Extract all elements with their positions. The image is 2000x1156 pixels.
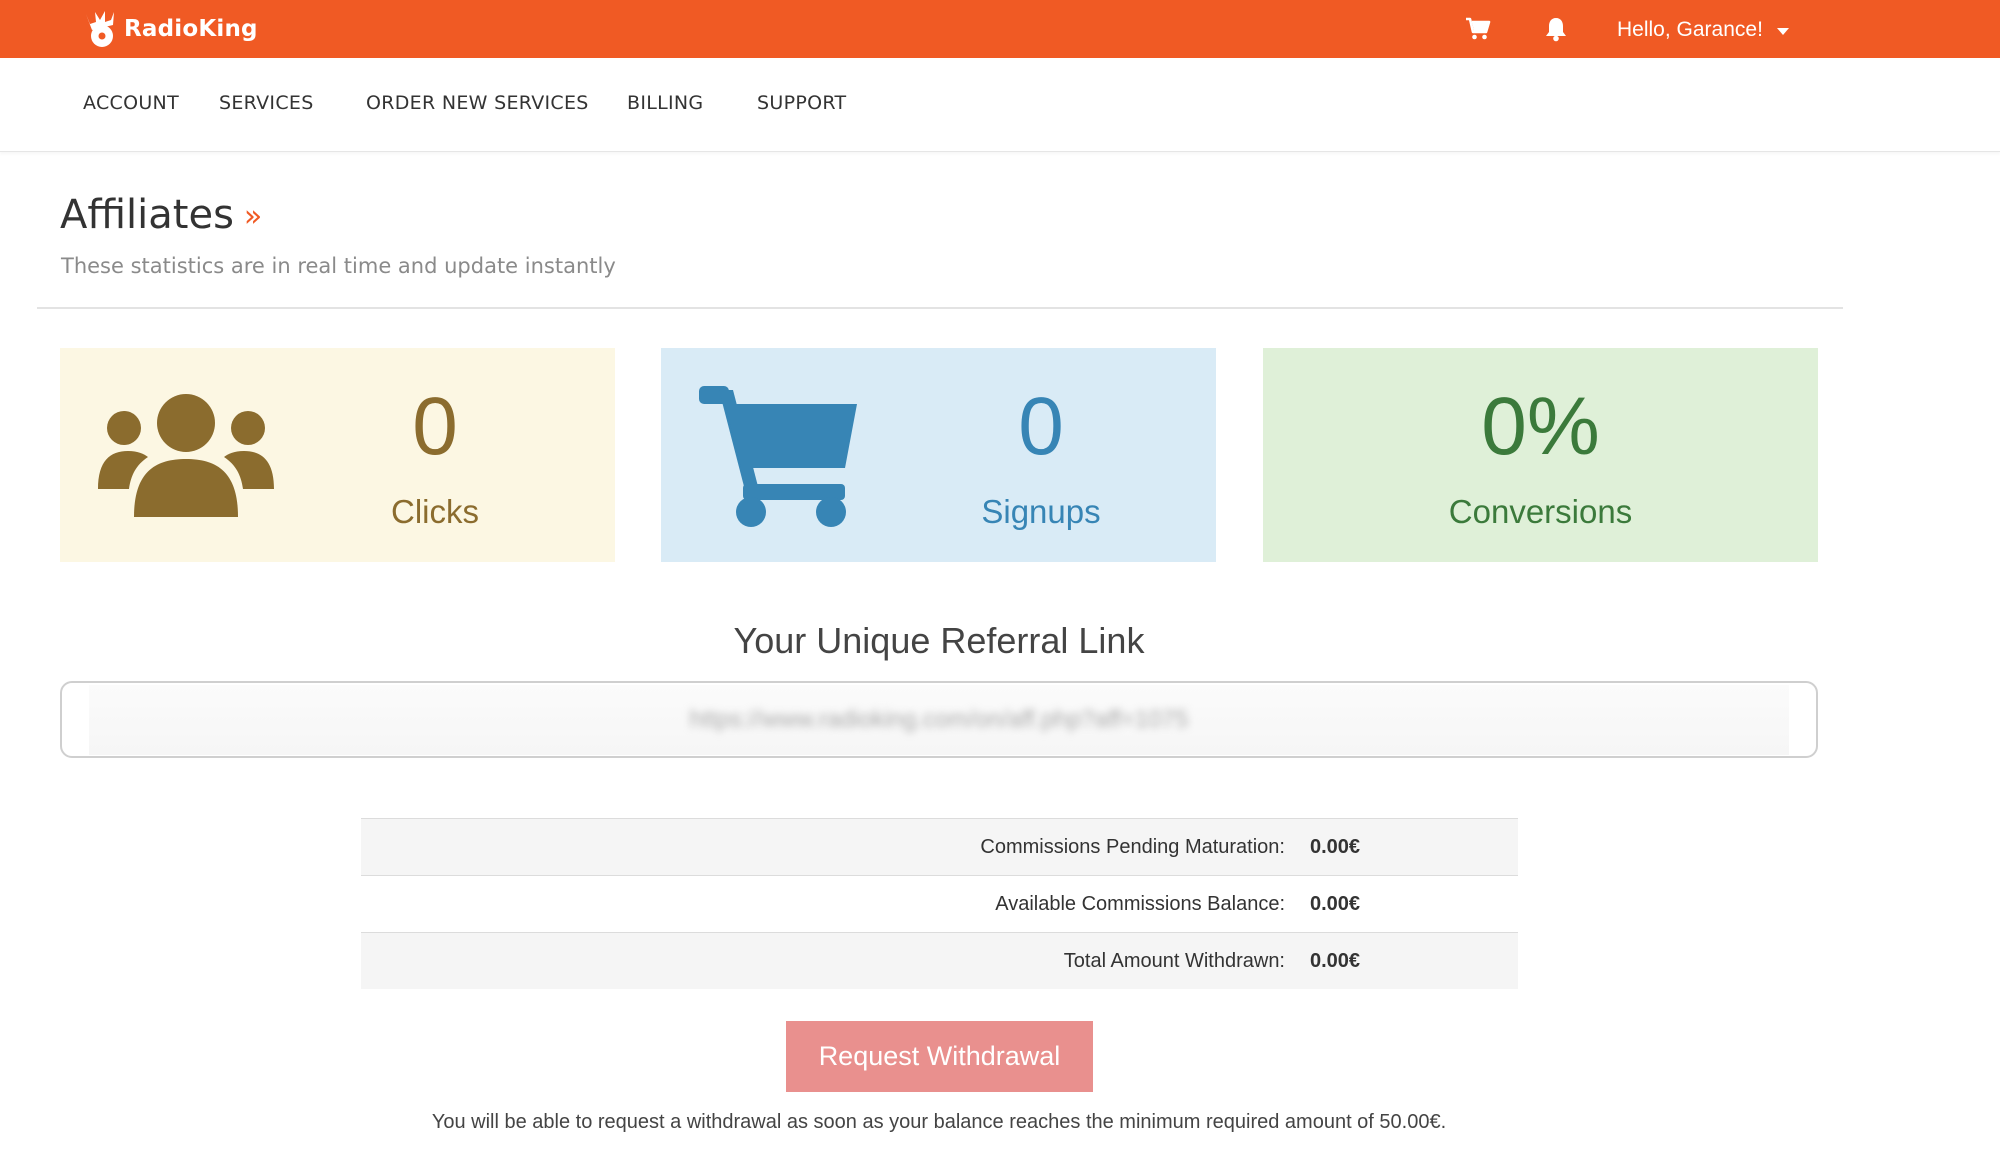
commissions-pending-value: 0.00€ (1310, 835, 1361, 858)
conversions-label: Conversions (1448, 493, 1633, 530)
conversions-value: 0% (1481, 381, 1600, 472)
logo[interactable]: RadioKing (80, 6, 258, 52)
user-greeting: Hello, Garance! (1617, 18, 1763, 41)
commissions-table: Commissions Pending Maturation: 0.00€ Av… (361, 818, 1518, 989)
clicks-value: 0 (412, 381, 458, 472)
nav-item-services[interactable]: SERVICES (219, 92, 314, 114)
chevron-down-icon (1776, 28, 1789, 35)
referral-link-field[interactable]: https://www.radioking.com/on/aff.php?aff… (60, 681, 1818, 758)
nav-item-billing[interactable]: BILLING (627, 92, 703, 114)
table-row: Available Commissions Balance: 0.00€ (361, 876, 1518, 933)
available-balance-value: 0.00€ (1310, 892, 1361, 915)
available-balance-label: Available Commissions Balance: (995, 892, 1285, 915)
total-withdrawn-label: Total Amount Withdrawn: (1063, 949, 1285, 972)
main-nav: ACCOUNT SERVICES ORDER NEW SERVICES BILL… (0, 58, 2000, 152)
nav-item-account[interactable]: ACCOUNT (83, 92, 179, 114)
signups-value: 0 (1018, 381, 1064, 472)
page-title: Affiliates » (60, 192, 262, 238)
withdrawal-note: You will be able to request a withdrawal… (431, 1111, 1447, 1133)
nav-item-support[interactable]: SUPPORT (757, 92, 846, 114)
referral-heading: Your Unique Referral Link (733, 620, 1145, 661)
clicks-card: 0 Clicks (60, 348, 615, 562)
clicks-label: Clicks (391, 493, 479, 530)
heading-divider (37, 307, 1843, 309)
cart-icon[interactable] (1463, 14, 1493, 44)
referral-link-box: https://www.radioking.com/on/aff.php?aff… (89, 684, 1789, 755)
nav-item-order-new-services[interactable]: ORDER NEW SERVICES (366, 92, 589, 114)
radioking-crown-icon (80, 8, 120, 50)
logo-text: RadioKing (124, 16, 258, 42)
request-withdrawal-button[interactable]: Request Withdrawal (786, 1021, 1093, 1092)
title-raquo: » (243, 199, 263, 234)
top-bar: RadioKing Hello, Garance! (0, 0, 2000, 58)
signups-card: 0 Signups (661, 348, 1216, 562)
referral-link-value[interactable]: https://www.radioking.com/on/aff.php?aff… (690, 706, 1189, 734)
commissions-pending-label: Commissions Pending Maturation: (980, 835, 1285, 858)
table-row: Commissions Pending Maturation: 0.00€ (361, 819, 1518, 876)
conversions-card: 0% Conversions (1263, 348, 1818, 562)
page-title-text: Affiliates (60, 192, 234, 238)
bell-icon[interactable] (1541, 14, 1571, 44)
page-subtitle: These statistics are in real time and up… (61, 254, 616, 278)
user-menu[interactable]: Hello, Garance! (1617, 16, 1789, 44)
table-row: Total Amount Withdrawn: 0.00€ (361, 933, 1518, 989)
total-withdrawn-value: 0.00€ (1310, 949, 1361, 972)
signups-label: Signups (981, 493, 1101, 530)
